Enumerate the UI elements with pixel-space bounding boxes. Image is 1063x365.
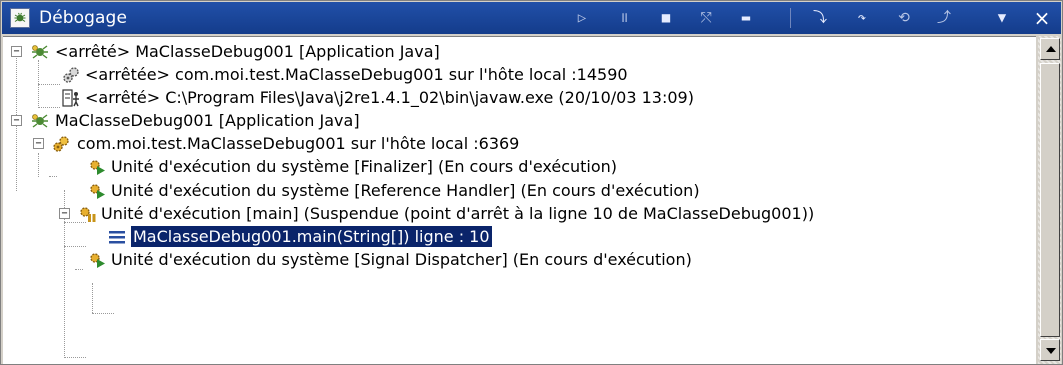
collapse-icon[interactable]: −: [59, 208, 70, 219]
step-over-icon[interactable]: ↷: [850, 9, 874, 27]
terminate-icon[interactable]: ■: [654, 9, 678, 27]
scroll-down-arrow-icon[interactable]: [1040, 339, 1060, 361]
thread-running-icon: [90, 160, 105, 175]
tree-row[interactable]: − com.moi.test.MaClasseDebug001 sur l'hô…: [3, 132, 1036, 155]
tree-row-label: Unité d'exécution du système [Signal Dis…: [111, 250, 692, 269]
tree-row-label: Unité d'exécution [main] (Suspendue (poi…: [101, 204, 815, 223]
toolbar-separator: [790, 8, 791, 28]
debug-view-icon: [10, 8, 30, 28]
process-icon: [62, 89, 79, 107]
collapse-icon[interactable]: −: [11, 115, 22, 126]
stack-frame-icon: [109, 231, 125, 244]
debug-view: Débogage ▷ ॥ ■ ⤲ ▬ ⤵ ↷ ⟲ ⤴ ▼ × − <arrêté…: [0, 0, 1063, 365]
tree-row[interactable]: Unité d'exécution du système [Finalizer]…: [3, 155, 1036, 178]
disconnect-icon[interactable]: ⤲: [694, 9, 718, 27]
thread-running-icon: [90, 184, 105, 199]
step-return-icon[interactable]: ⟲: [892, 9, 916, 27]
tree-connector: [92, 283, 93, 313]
tree-row-label: MaClasseDebug001.main(String[]) ligne : …: [130, 225, 493, 248]
view-title: Débogage: [39, 8, 127, 28]
scrollbar-thumb[interactable]: [1040, 63, 1060, 337]
tree-row-label: <arrêté> C:\Program Files\Java\j2re1.4.1…: [85, 88, 694, 107]
tree-row[interactable]: − MaClasseDebug001 [Application Java]: [3, 109, 1036, 132]
tree-row[interactable]: <arrêté> C:\Program Files\Java\j2re1.4.1…: [3, 86, 1036, 109]
tree-row[interactable]: MaClasseDebug001.main(String[]) ligne : …: [3, 225, 1036, 248]
tree-row-label: <arrêté> MaClasseDebug001 [Application J…: [55, 42, 440, 61]
suspend-icon[interactable]: ॥: [612, 9, 636, 27]
tree-row[interactable]: Unité d'exécution du système [Reference …: [3, 179, 1036, 202]
thread-running-icon: [90, 253, 105, 268]
tree-row-label: <arrêtée> com.moi.test.MaClasseDebug001 …: [85, 65, 628, 84]
debug-target-icon: [63, 67, 79, 83]
step-into-icon[interactable]: ⤵: [808, 9, 832, 27]
launch-bug-icon: [32, 45, 48, 59]
debug-target-icon: [53, 136, 69, 152]
tree-row[interactable]: Unité d'exécution du système [Signal Dis…: [3, 248, 1036, 271]
view-menu-icon[interactable]: ▼: [990, 9, 1014, 27]
resume-icon[interactable]: ▷: [570, 9, 594, 27]
tree-row[interactable]: − Unité d'exécution [main] (Suspendue (p…: [3, 202, 1036, 225]
run-to-return-icon[interactable]: ⤴: [932, 9, 956, 27]
vertical-scrollbar[interactable]: [1037, 36, 1061, 364]
close-icon[interactable]: ×: [1030, 6, 1054, 30]
collapse-icon[interactable]: −: [11, 46, 22, 57]
tree-row-label: Unité d'exécution du système [Reference …: [111, 181, 700, 200]
scroll-up-arrow-icon[interactable]: [1040, 38, 1060, 60]
thread-suspended-icon: [80, 207, 96, 222]
tree-row[interactable]: <arrêtée> com.moi.test.MaClasseDebug001 …: [3, 63, 1036, 86]
view-title-bar: Débogage ▷ ॥ ■ ⤲ ▬ ⤵ ↷ ⟲ ⤴ ▼ ×: [2, 2, 1061, 34]
tree-row[interactable]: − <arrêté> MaClasseDebug001 [Application…: [3, 40, 1036, 63]
tree-row-label: Unité d'exécution du système [Finalizer]…: [111, 157, 618, 176]
tree-row-label: MaClasseDebug001 [Application Java]: [55, 111, 360, 130]
tree-connector: [92, 313, 114, 314]
debug-tree: − <arrêté> MaClasseDebug001 [Application…: [3, 36, 1036, 364]
tree-row-label: com.moi.test.MaClasseDebug001 sur l'hôte…: [77, 134, 520, 153]
launch-bug-icon: [32, 114, 48, 128]
collapse-icon[interactable]: −: [33, 138, 44, 149]
remove-terminated-icon[interactable]: ▬: [734, 9, 758, 27]
tree-connector: [64, 357, 86, 358]
